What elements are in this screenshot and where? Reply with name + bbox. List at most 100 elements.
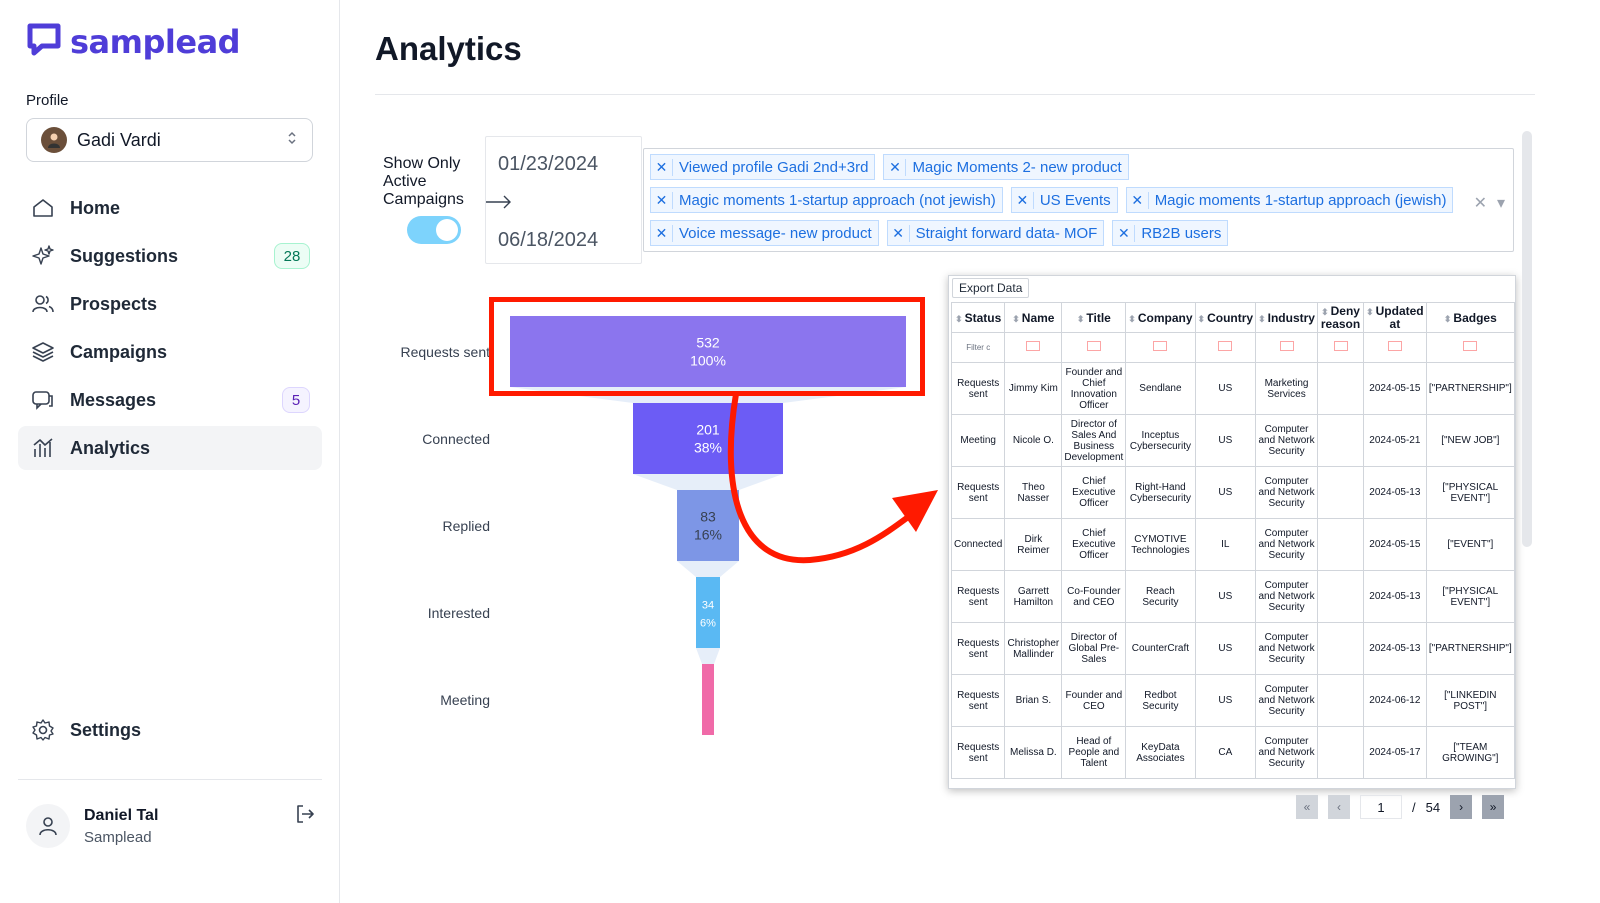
table-cell: Right-Hand Cybersecurity: [1125, 466, 1196, 519]
sidebar-item-label: Analytics: [70, 437, 151, 458]
column-header[interactable]: ⬍ Company: [1125, 302, 1196, 333]
table-cell: 2024-05-15: [1363, 362, 1427, 415]
logo[interactable]: samplead: [26, 22, 241, 61]
funnel-percent-label: 6%: [700, 618, 716, 630]
date-range-picker[interactable]: 01/23/2024 06/18/2024: [485, 136, 642, 264]
remove-tag-icon[interactable]: ✕: [884, 158, 907, 176]
table-cell: Computer and Network Security: [1255, 674, 1318, 727]
table-row[interactable]: Requests sent Brian S. Founder and CEO Redb…: [950, 674, 1515, 727]
table-row[interactable]: Requests sent Theo Nasser Chief Executive …: [950, 466, 1515, 519]
campaign-tag: ✕ RB2B users: [1112, 220, 1229, 246]
campaign-tag: ✕ US Events: [1010, 187, 1118, 213]
table-cell: US: [1194, 362, 1257, 415]
sidebar-item-label: Prospects: [70, 293, 158, 314]
funnel-percent-label: 16%: [694, 527, 722, 543]
remove-tag-icon[interactable]: ✕: [1113, 224, 1136, 242]
user-card: Daniel Tal Samplead: [26, 804, 316, 848]
filter-cell[interactable]: Filter c: [950, 332, 1006, 363]
table-row[interactable]: Meeting Nicole O. Director of Sales And Bu…: [950, 414, 1515, 467]
table-cell: Garrett Hamilton: [1004, 570, 1063, 623]
table-cell: Meeting: [950, 414, 1006, 467]
gear-icon: [30, 717, 56, 743]
table-row[interactable]: Requests sent Garrett Hamilton Co-Founder …: [950, 570, 1515, 623]
date-end[interactable]: 06/18/2024: [498, 229, 598, 252]
filter-cell[interactable]: [1425, 332, 1515, 363]
table-cell: Requests sent: [950, 466, 1006, 519]
logo-icon: [26, 22, 62, 61]
active-campaigns-label: Show Only Active Campaigns: [383, 155, 464, 208]
filter-cell[interactable]: [1363, 332, 1427, 363]
column-header[interactable]: ⬍ Badges: [1425, 302, 1515, 333]
table-cell: ["NEW JOB"]: [1425, 414, 1515, 467]
table-cell: 2024-05-13: [1363, 466, 1427, 519]
table-cell: Chief Executive Officer: [1061, 518, 1127, 571]
remove-tag-icon[interactable]: ✕: [651, 158, 673, 176]
funnel-bar[interactable]: [696, 577, 720, 648]
table-row[interactable]: Requests sent Christopher Mallinder Direct…: [950, 622, 1515, 675]
clear-all-icon[interactable]: ✕: [1474, 193, 1487, 213]
remove-tag-icon[interactable]: ✕: [1127, 191, 1149, 209]
page-number-input[interactable]: 1: [1360, 795, 1402, 819]
profile-select[interactable]: Gadi Vardi: [26, 118, 313, 162]
toggle-knob: [436, 219, 458, 241]
filter-cell[interactable]: [1004, 332, 1063, 363]
filter-cell[interactable]: [1061, 332, 1127, 363]
sidebar-item-home[interactable]: Home: [18, 186, 322, 230]
table-cell: Director of Sales And Business Developme…: [1061, 414, 1127, 467]
sidebar-item-label: Settings: [70, 719, 142, 740]
prev-page-button[interactable]: ‹: [1328, 795, 1350, 819]
caret-down-icon[interactable]: ▾: [1497, 193, 1505, 213]
column-header[interactable]: ⬍ Title: [1061, 302, 1127, 333]
funnel-value-label: 201: [696, 422, 720, 438]
column-header[interactable]: ⬍ Name: [1004, 302, 1063, 333]
filter-cell[interactable]: [1316, 332, 1365, 363]
sidebar-item-settings[interactable]: Settings: [18, 708, 322, 752]
export-data-button[interactable]: Export Data: [952, 278, 1030, 298]
table-cell: ["PHYSICAL EVENT"]: [1425, 570, 1515, 623]
table-cell: Requests sent: [950, 674, 1006, 727]
home-icon: [30, 195, 56, 221]
funnel-bar[interactable]: [702, 664, 714, 735]
user-avatar-icon: [26, 804, 70, 848]
page-total: 54: [1425, 799, 1441, 815]
date-start[interactable]: 01/23/2024: [498, 153, 598, 176]
page-scrollbar[interactable]: [1522, 131, 1532, 547]
table-cell: Head of People and Talent: [1061, 726, 1127, 779]
active-campaigns-toggle[interactable]: [407, 216, 461, 244]
first-page-button[interactable]: «: [1296, 795, 1318, 819]
remove-tag-icon[interactable]: ✕: [888, 224, 910, 242]
remove-tag-icon[interactable]: ✕: [651, 224, 673, 242]
table-cell: 2024-05-15: [1363, 518, 1427, 571]
sidebar-item-suggestions[interactable]: Suggestions 28: [18, 234, 322, 278]
campaign-tag: ✕ Magic moments 1-startup approach (jewis…: [1125, 187, 1454, 213]
table-row[interactable]: Requests sent Jimmy Kim Founder and Chief …: [950, 362, 1515, 415]
logout-icon[interactable]: [294, 803, 316, 830]
filter-cell[interactable]: [1194, 332, 1257, 363]
table-cell: ["LINKEDIN POST"]: [1425, 674, 1515, 727]
sidebar-item-messages[interactable]: Messages 5: [18, 378, 322, 422]
table-cell: Computer and Network Security: [1255, 466, 1318, 519]
sidebar-item-analytics[interactable]: Analytics: [18, 426, 322, 470]
column-header[interactable]: ⬍ Deny reason: [1316, 302, 1365, 333]
table-cell: Requests sent: [950, 622, 1006, 675]
funnel-value-label: 34: [702, 600, 714, 612]
last-page-button[interactable]: »: [1482, 795, 1505, 819]
table-cell: US: [1194, 414, 1257, 467]
remove-tag-icon[interactable]: ✕: [651, 191, 673, 209]
column-header[interactable]: ⬍ Industry: [1255, 302, 1318, 333]
funnel-label: Requests sent: [400, 344, 491, 360]
remove-tag-icon[interactable]: ✕: [1012, 191, 1034, 209]
table-row[interactable]: Connected Dirk Reimer Chief Executive Offi…: [950, 518, 1515, 571]
table-row[interactable]: Requests sent Melissa D. Head of People an…: [950, 726, 1515, 779]
filter-cell[interactable]: [1255, 332, 1318, 363]
table-cell: [1316, 726, 1365, 779]
column-header[interactable]: ⬍ Status: [950, 302, 1006, 333]
arrow-right-icon: [486, 189, 512, 215]
filter-cell[interactable]: [1125, 332, 1196, 363]
campaign-multiselect[interactable]: ✕ Viewed profile Gadi 2nd+3rd ✕ Magic Mome…: [643, 148, 1514, 252]
next-page-button[interactable]: ›: [1450, 795, 1473, 819]
column-header[interactable]: ⬍ Updated at: [1363, 302, 1427, 333]
sidebar-item-campaigns[interactable]: Campaigns: [18, 330, 322, 374]
column-header[interactable]: ⬍ Country: [1194, 302, 1257, 333]
sidebar-item-prospects[interactable]: Prospects: [18, 282, 322, 326]
